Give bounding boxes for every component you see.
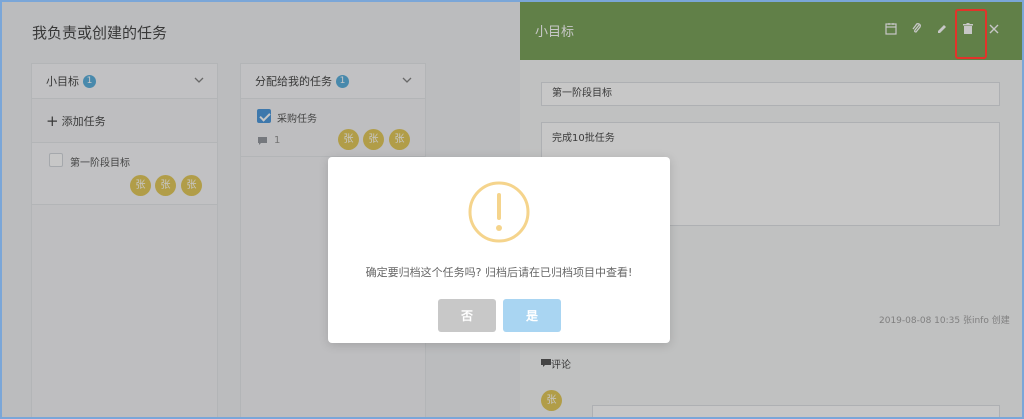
warning-icon [468,181,530,243]
archive-confirm-dialog: 确定要归档这个任务吗? 归档后请在已归档项目中查看! 否 是 [328,157,670,343]
dialog-message: 确定要归档这个任务吗? 归档后请在已归档项目中查看! [365,266,633,279]
highlight-box [955,9,987,59]
yes-button[interactable]: 是 [503,299,561,332]
no-button[interactable]: 否 [438,299,496,332]
